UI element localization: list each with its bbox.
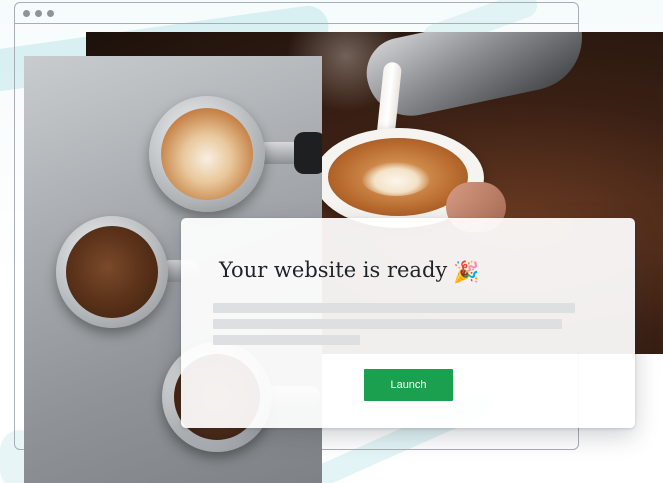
website-ready-card: Your website is ready 🎉 Launch: [181, 218, 635, 428]
portafilter-latte: [149, 96, 265, 212]
launch-button[interactable]: Launch: [364, 369, 453, 401]
placeholder-text-line: [213, 319, 562, 329]
browser-title-bar: [15, 3, 578, 24]
placeholder-text-line: [213, 303, 575, 313]
placeholder-text-line: [213, 335, 360, 345]
window-dot-icon: [23, 10, 30, 17]
card-title: Your website is ready 🎉: [219, 258, 479, 285]
card-title-text: Your website is ready: [219, 258, 448, 282]
portafilter-ground-coffee: [56, 216, 168, 328]
party-popper-icon: 🎉: [453, 260, 480, 284]
portafilter-grip: [294, 132, 322, 174]
hero-illustration: Your website is ready 🎉 Launch: [0, 0, 663, 483]
pf-inner: [66, 226, 158, 318]
window-dot-icon: [35, 10, 42, 17]
pf-inner: [161, 108, 253, 200]
window-dot-icon: [47, 10, 54, 17]
latte-art: [362, 162, 430, 196]
